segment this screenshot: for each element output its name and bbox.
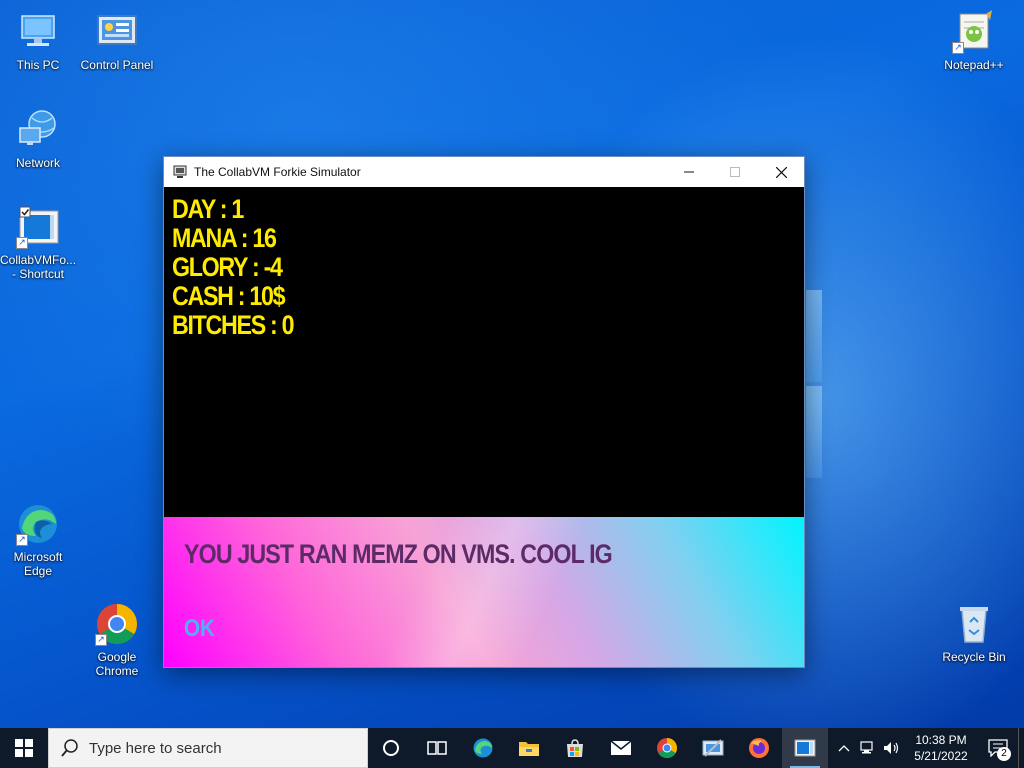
taskbar: Type here to search 10:38 PM 5/21/2022 2 (0, 728, 1024, 768)
desktop-icon-collabvm-shortcut[interactable]: ↗ CollabVMFo... - Shortcut (0, 205, 76, 281)
desktop-icon-network[interactable]: Network (0, 108, 76, 170)
stat-day: DAY : 1 (172, 194, 244, 224)
search-box[interactable]: Type here to search (48, 728, 368, 768)
windows-logo-icon (15, 739, 33, 757)
notepadpp-icon: ↗ (952, 10, 996, 54)
chevron-up-icon (838, 745, 850, 752)
window-controls (666, 157, 804, 187)
control-panel-icon (95, 10, 139, 54)
desktop-icon-control-panel[interactable]: Control Panel (79, 10, 155, 72)
recycle-bin-icon (952, 602, 996, 646)
clock-time: 10:38 PM (915, 733, 967, 747)
collabvm-app-icon (794, 739, 816, 757)
taskbar-store[interactable] (552, 728, 598, 768)
minimize-icon (684, 171, 694, 173)
desktop-icon-label: Notepad++ (944, 58, 1004, 72)
event-message: YOU JUST RAN MEMZ ON VMS. COOL IG (184, 539, 613, 569)
network-tray-button[interactable] (856, 728, 880, 768)
wallpaper-light-beam (806, 386, 822, 478)
app-window: The CollabVM Forkie Simulator DAY : 1 MA… (163, 156, 805, 668)
taskbar-edge[interactable] (460, 728, 506, 768)
edge-icon (473, 738, 493, 758)
chrome-icon (657, 738, 677, 758)
store-icon (567, 739, 583, 757)
shortcut-arrow-icon: ↗ (16, 534, 28, 546)
close-button[interactable] (758, 157, 804, 187)
network-tray-icon (860, 741, 873, 754)
desktop-icon-this-pc[interactable]: This PC (0, 10, 76, 72)
clock-date: 5/21/2022 (914, 749, 968, 763)
volume-icon (884, 742, 899, 754)
desktop-icon-label: Network (15, 156, 60, 170)
desktop-icon-label: Control Panel (80, 58, 154, 72)
this-pc-icon (16, 10, 60, 54)
taskbar-control-panel[interactable] (690, 728, 736, 768)
maximize-button[interactable] (712, 157, 758, 187)
file-explorer-icon (519, 742, 539, 756)
firefox-icon (749, 738, 769, 758)
network-icon (16, 108, 60, 152)
action-center-button[interactable]: 2 (978, 728, 1018, 768)
control-panel-icon (702, 739, 724, 757)
clock[interactable]: 10:38 PM 5/21/2022 (904, 732, 978, 764)
ok-button[interactable]: OK (184, 615, 215, 643)
task-view-button[interactable] (414, 728, 460, 768)
window-title: The CollabVM Forkie Simulator (194, 165, 361, 179)
desktop-icon-label: Recycle Bin (942, 650, 1006, 664)
desktop-icon-notepadpp[interactable]: ↗ Notepad++ (936, 10, 1012, 72)
collabvm-app-icon: ↗ (16, 205, 60, 249)
minimize-button[interactable] (666, 157, 712, 187)
taskbar-chrome[interactable] (644, 728, 690, 768)
chrome-icon: ↗ (95, 602, 139, 646)
show-hidden-icons-button[interactable] (832, 728, 856, 768)
maximize-icon (730, 167, 740, 177)
show-desktop-button[interactable] (1018, 728, 1024, 768)
taskbar-mail[interactable] (598, 728, 644, 768)
stat-bitches: BITCHES : 0 (172, 310, 295, 340)
desktop-icon-recycle-bin[interactable]: Recycle Bin (936, 602, 1012, 664)
desktop-icon-label: CollabVMFo... - Shortcut (0, 253, 77, 281)
cortana-button[interactable] (368, 728, 414, 768)
message-panel: YOU JUST RAN MEMZ ON VMS. COOL IG OK (164, 517, 804, 667)
taskbar-firefox[interactable] (736, 728, 782, 768)
taskbar-collabvm-app[interactable] (782, 728, 828, 768)
desktop-icon-microsoft-edge[interactable]: ↗ Microsoft Edge (0, 502, 76, 578)
volume-button[interactable] (880, 728, 904, 768)
desktop-icon-google-chrome[interactable]: ↗ Google Chrome (79, 602, 155, 678)
desktop-icon-label: Google Chrome (95, 650, 139, 678)
search-icon (61, 739, 78, 757)
cortana-icon (383, 740, 399, 756)
shortcut-arrow-icon: ↗ (16, 237, 28, 249)
taskbar-file-explorer[interactable] (506, 728, 552, 768)
mail-icon (610, 740, 632, 755)
desktop-icon-label: Microsoft Edge (13, 550, 63, 578)
window-app-icon (172, 164, 188, 180)
search-placeholder: Type here to search (89, 739, 222, 757)
stat-glory: GLORY : -4 (172, 252, 283, 282)
title-bar[interactable]: The CollabVM Forkie Simulator (164, 157, 804, 187)
start-button[interactable] (0, 728, 48, 768)
task-view-icon (427, 741, 447, 755)
stat-cash: CASH : 10$ (172, 281, 286, 311)
stats-panel: DAY : 1 MANA : 16 GLORY : -4 CASH : 10$ … (164, 187, 804, 517)
close-icon (775, 166, 787, 178)
shortcut-arrow-icon: ↗ (95, 634, 107, 646)
notification-count-badge: 2 (997, 747, 1011, 761)
system-tray: 10:38 PM 5/21/2022 2 (832, 728, 1024, 768)
edge-icon: ↗ (16, 502, 60, 546)
wallpaper-light-beam (806, 290, 822, 382)
stat-mana: MANA : 16 (172, 223, 277, 253)
desktop-icon-label: This PC (16, 58, 60, 72)
shortcut-arrow-icon: ↗ (952, 42, 964, 54)
